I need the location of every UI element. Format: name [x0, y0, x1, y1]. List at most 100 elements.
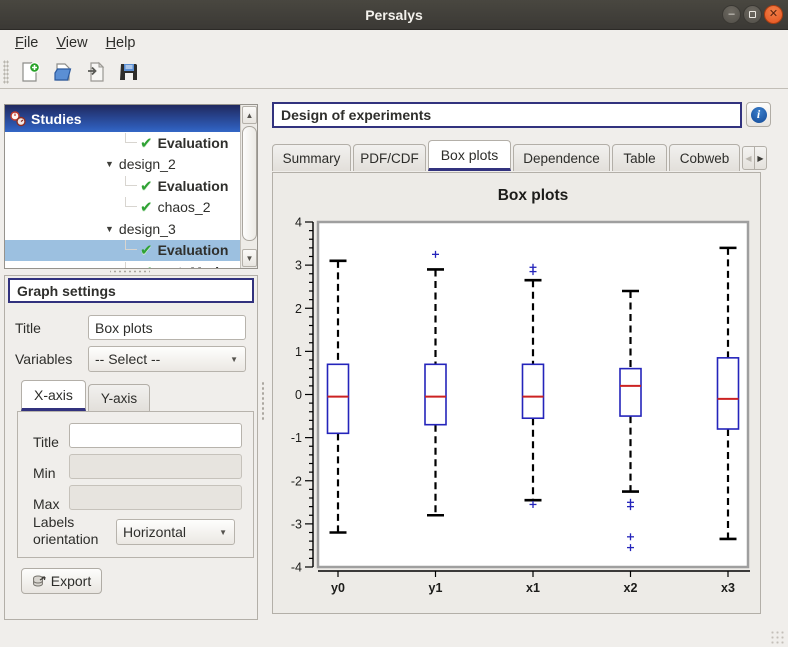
tab-table[interactable]: Table	[612, 144, 667, 171]
tree-item-label: design_2	[119, 156, 176, 172]
title-label: Title	[15, 320, 41, 336]
svg-text:4: 4	[295, 216, 302, 230]
scrollbar-down-icon[interactable]: ▼	[242, 249, 257, 267]
tree-expand-icon[interactable]: ▼	[105, 224, 114, 234]
check-icon: ✔	[140, 263, 153, 268]
svg-text:-3: -3	[291, 517, 302, 531]
tree-item-label: metaMod	[158, 264, 219, 268]
menu-help[interactable]: Help	[97, 33, 145, 53]
menubar: FileViewHelp	[0, 31, 788, 55]
tree-item-label: Evaluation	[158, 135, 229, 151]
tree-branch-line	[125, 240, 137, 250]
close-button[interactable]: ✕	[764, 5, 783, 24]
tree-item-evaluation[interactable]: ✔Evaluation	[5, 240, 242, 262]
tree-expand-icon[interactable]: ▼	[105, 159, 114, 169]
svg-text:x3: x3	[721, 581, 735, 595]
svg-text:2: 2	[295, 302, 302, 316]
save-button[interactable]	[114, 57, 144, 87]
tab-box-plots[interactable]: Box plots	[428, 140, 511, 171]
export-button-label: Export	[51, 573, 91, 589]
graph-settings-panel: Graph settings Title Variables -- Select…	[4, 275, 258, 620]
info-button[interactable]: i	[746, 102, 771, 127]
menu-file[interactable]: File	[6, 33, 47, 53]
save-icon	[118, 61, 140, 83]
studies-panel: Studies ✔Evaluation▼design_2✔Evaluation✔…	[4, 104, 258, 269]
titlebar[interactable]: Persalys – ✕	[0, 0, 788, 30]
graph-title-input[interactable]	[88, 315, 246, 340]
tree-scrollbar[interactable]: ▲ ▼	[240, 105, 257, 268]
tree-item-label: Evaluation	[158, 178, 229, 194]
tree-branch-line	[125, 197, 137, 207]
tree-item-label: design_3	[119, 221, 176, 237]
svg-text:x2: x2	[624, 581, 638, 595]
variables-label: Variables	[15, 351, 72, 367]
min-label: Min	[33, 465, 56, 481]
studies-panel-header: Studies	[5, 105, 241, 132]
tab-scroll-right-icon[interactable]: ▶	[754, 146, 767, 170]
maximize-button[interactable]	[743, 5, 762, 24]
max-input	[69, 485, 242, 510]
scrollbar-thumb[interactable]	[242, 126, 257, 241]
chevron-down-icon: ▼	[230, 355, 238, 364]
open-study-button[interactable]	[48, 57, 78, 87]
tab-summary[interactable]: Summary	[272, 144, 351, 171]
labels-orientation-value: Horizontal	[123, 524, 186, 540]
maximize-icon	[749, 11, 756, 18]
toolbar	[0, 55, 788, 89]
tree-item-evaluation[interactable]: ✔ Evaluation	[5, 175, 242, 197]
tree-branch-line	[125, 262, 137, 268]
max-label: Max	[33, 496, 59, 512]
studies-panel-title: Studies	[31, 111, 82, 127]
svg-text:y1: y1	[429, 581, 443, 595]
check-icon: ✔	[140, 177, 153, 195]
tab-dependence[interactable]: Dependence	[513, 144, 610, 171]
toolbar-drag-handle[interactable]	[3, 60, 9, 84]
menu-view[interactable]: View	[47, 33, 96, 53]
svg-text:y0: y0	[331, 581, 345, 595]
scrollbar-up-icon[interactable]: ▲	[242, 106, 257, 124]
tree-item-design_3[interactable]: ▼ design_3	[5, 218, 242, 240]
info-icon: i	[751, 107, 767, 123]
tab-cobweb[interactable]: Cobweb	[669, 144, 740, 171]
check-icon: ✔	[140, 134, 153, 152]
chart-frame: Box plots43210-1-2-3-4y0y1x1x2x3	[272, 172, 761, 614]
tree-item-design_2[interactable]: ▼ design_2	[5, 154, 242, 176]
labels-orientation-select[interactable]: Horizontal ▼	[116, 519, 235, 545]
tree-branch-line	[125, 133, 137, 143]
labels-orientation-label: Labels orientation	[33, 514, 115, 548]
check-icon: ✔	[140, 241, 153, 259]
open-study-icon	[52, 61, 74, 83]
studies-tree: ✔Evaluation▼design_2✔Evaluation✔chaos_2▼…	[5, 132, 242, 268]
variables-select[interactable]: -- Select -- ▼	[88, 346, 246, 372]
export-button[interactable]: Export	[21, 568, 102, 594]
tab-pdf-cdf[interactable]: PDF/CDF	[353, 144, 426, 171]
vertical-splitter-handle[interactable]	[261, 381, 266, 421]
tree-item-evaluation[interactable]: ✔ Evaluation	[5, 132, 242, 154]
tab-y-axis[interactable]: Y-axis	[88, 384, 150, 411]
variables-select-value: -- Select --	[95, 351, 160, 367]
app-window: Persalys – ✕ FileViewHelp	[0, 0, 788, 647]
tree-item-metamod[interactable]: ✔ metaMod	[5, 261, 242, 268]
tree-item-chaos_2[interactable]: ✔ chaos_2	[5, 197, 242, 219]
import-python-icon	[85, 61, 107, 83]
min-input	[69, 454, 242, 479]
import-python-button[interactable]	[81, 57, 111, 87]
graph-settings-header: Graph settings	[8, 278, 254, 303]
tab-x-axis[interactable]: X-axis	[21, 380, 86, 411]
export-icon	[32, 574, 47, 589]
new-study-icon	[19, 61, 41, 83]
window-resize-grip[interactable]	[770, 630, 784, 644]
minimize-button[interactable]: –	[722, 5, 741, 24]
svg-text:x1: x1	[526, 581, 540, 595]
horizontal-splitter-handle[interactable]	[110, 269, 150, 274]
check-icon: ✔	[140, 198, 153, 216]
doe-header: Design of experiments	[272, 102, 742, 128]
doe-tabbar: SummaryPDF/CDFBox plotsDependenceTableCo…	[272, 137, 772, 171]
studies-icon	[10, 111, 26, 127]
new-study-button[interactable]	[15, 57, 45, 87]
tree-item-label: chaos_2	[158, 199, 211, 215]
axis-title-input[interactable]	[69, 423, 242, 448]
boxplot-canvas: Box plots43210-1-2-3-4y0y1x1x2x3	[273, 173, 760, 613]
axis-title-label: Title	[33, 434, 59, 450]
chevron-down-icon: ▼	[219, 528, 227, 537]
